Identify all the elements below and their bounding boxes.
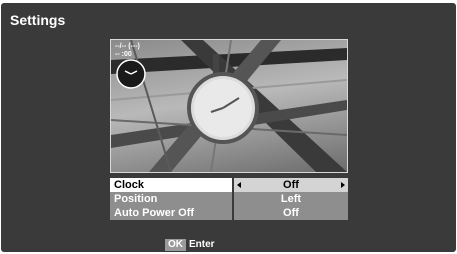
- menu-label-position: Position: [110, 192, 232, 206]
- ok-button-icon: OK: [165, 239, 186, 251]
- menu-value-clock[interactable]: Off: [234, 178, 348, 192]
- menu-value-auto-power-off: Off: [234, 206, 348, 220]
- menu-label-clock: Clock: [110, 178, 232, 192]
- camera-preview: --/-- (---) -- :00: [110, 39, 348, 173]
- menu-value-text: Off: [283, 179, 299, 191]
- menu-row-auto-power-off[interactable]: Auto Power Off Off: [110, 206, 348, 220]
- settings-menu: Clock Off Position Left Auto Power Off O…: [110, 178, 348, 220]
- preview-image: [111, 40, 347, 172]
- page-title: Settings: [10, 12, 66, 28]
- arrow-right-icon[interactable]: [341, 182, 345, 188]
- arrow-left-icon[interactable]: [237, 182, 241, 188]
- osd-time: -- :00: [115, 51, 132, 58]
- osd-date: --/-- (---): [115, 43, 140, 50]
- settings-screen: Settings --/-- (---) -- :00 Clock Off Po…: [1, 3, 456, 252]
- footer-hint: OK Enter: [165, 239, 215, 251]
- clock-icon: [116, 59, 146, 89]
- footer-action: Enter: [189, 239, 215, 250]
- menu-row-position[interactable]: Position Left: [110, 192, 348, 206]
- menu-label-auto-power-off: Auto Power Off: [110, 206, 232, 220]
- osd-datetime: --/-- (---) -- :00: [115, 43, 140, 59]
- menu-row-clock[interactable]: Clock Off: [110, 178, 348, 192]
- menu-value-position: Left: [234, 192, 348, 206]
